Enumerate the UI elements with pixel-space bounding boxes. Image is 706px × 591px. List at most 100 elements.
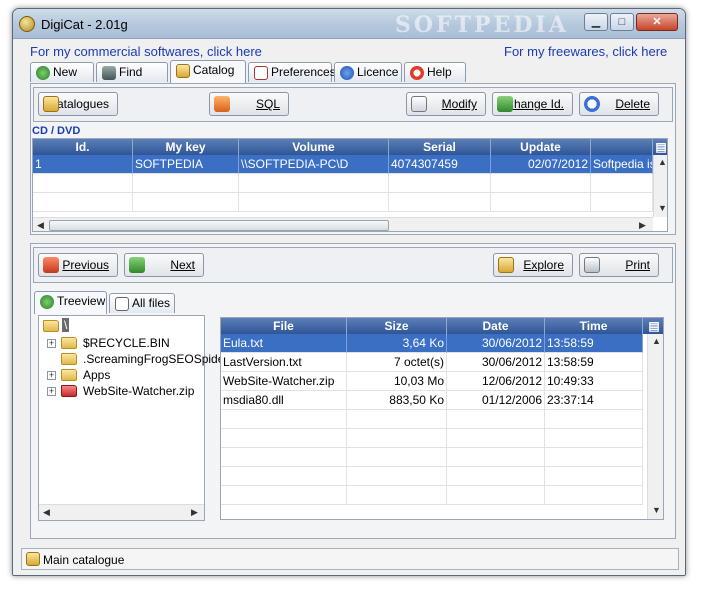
column-my-key[interactable]: My key <box>133 139 239 155</box>
column-time[interactable]: Time <box>545 318 643 334</box>
cell-key: SOFTPEDIA <box>133 155 239 174</box>
cell-size: 10,03 Mo <box>347 372 447 391</box>
delete-icon <box>584 96 600 112</box>
column-id[interactable]: Id. <box>33 139 133 155</box>
expand-icon[interactable]: + <box>47 371 56 380</box>
files-vertical-scrollbar[interactable]: ▲ ▼ <box>647 334 663 519</box>
tab-new-label: New <box>53 65 78 79</box>
info-icon <box>340 66 354 80</box>
tab-all-files-label: All files <box>132 296 171 310</box>
table-row[interactable]: LastVersion.txt 7 octet(s) 30/06/2012 13… <box>221 353 645 372</box>
table-row-empty <box>221 429 645 448</box>
watermark: SOFTPEDIA <box>395 12 569 38</box>
catalogues-icon <box>43 96 59 112</box>
tree-horizontal-scrollbar[interactable]: ◀ ▶ <box>39 504 204 520</box>
table-row-empty <box>33 193 653 212</box>
next-button[interactable]: Next <box>124 253 204 277</box>
column-size[interactable]: Size <box>347 318 447 334</box>
commercial-link[interactable]: For my commercial softwares, click here <box>30 44 262 59</box>
scroll-down-arrow-icon[interactable]: ▼ <box>652 505 661 515</box>
expand-icon[interactable]: + <box>47 387 56 396</box>
column-chooser-icon[interactable]: ▤ <box>653 139 667 155</box>
column-chooser-icon[interactable]: ▤ <box>643 318 663 334</box>
table-row[interactable]: 1 SOFTPEDIA \\SOFTPEDIA-PC\D 4074307459 … <box>33 155 653 174</box>
tab-licence[interactable]: Licence <box>334 62 402 82</box>
status-text: Main catalogue <box>43 553 125 567</box>
status-panel: Main catalogue <box>21 548 679 570</box>
tab-treeview[interactable]: Treeview <box>34 291 107 314</box>
minimize-button[interactable]: ▁ <box>584 13 608 31</box>
sql-label: SQL <box>255 97 280 111</box>
change-id-icon <box>497 96 513 112</box>
tab-find[interactable]: Find <box>96 62 168 82</box>
folder-open-icon <box>43 320 59 332</box>
column-date[interactable]: Date <box>447 318 545 334</box>
printer-icon <box>584 257 600 273</box>
sql-button[interactable]: SQL <box>209 92 289 116</box>
cell-date: 30/06/2012 <box>447 353 545 372</box>
table-row[interactable]: Eula.txt 3,64 Ko 30/06/2012 13:58:59 <box>221 334 645 353</box>
tree-item-label: Apps <box>83 368 111 382</box>
tab-all-files[interactable]: All files <box>109 293 175 313</box>
column-update[interactable]: Update <box>491 139 591 155</box>
tab-licence-label: Licence <box>357 65 399 79</box>
catalogues-button[interactable]: Catalogues <box>38 92 118 116</box>
cell-size: 7 octet(s) <box>347 353 447 372</box>
explore-icon <box>498 257 514 273</box>
tab-catalog[interactable]: Catalog <box>170 60 246 83</box>
table-row-empty <box>33 174 653 193</box>
column-serial[interactable]: Serial <box>389 139 491 155</box>
column-volume[interactable]: Volume <box>239 139 389 155</box>
cd-dvd-section-label: CD / DVD <box>32 125 81 137</box>
tab-preferences-label: Preferences <box>271 65 336 79</box>
catalog-icon <box>176 64 190 78</box>
cell-comment: Softpedia is <box>591 155 653 174</box>
scroll-right-arrow-icon[interactable]: ▶ <box>639 220 646 231</box>
scroll-up-arrow-icon[interactable]: ▲ <box>652 336 661 346</box>
files-grid[interactable]: File Size Date Time ▤ Eula.txt 3,64 Ko 3… <box>220 317 664 520</box>
arrow-left-icon <box>43 257 59 273</box>
explore-button[interactable]: Explore <box>493 253 573 277</box>
cell-date: 12/06/2012 <box>447 372 545 391</box>
scroll-left-arrow-icon[interactable]: ◀ <box>43 507 50 518</box>
column-comment[interactable] <box>591 139 653 155</box>
app-window: DigiCat - 2.01g SOFTPEDIA ▁ □ ✕ For my c… <box>12 8 686 576</box>
table-row-empty <box>221 467 645 486</box>
cd-dvd-horizontal-scrollbar[interactable]: ◀ ▶ <box>33 217 653 231</box>
change-id-label: Change Id. <box>505 97 564 111</box>
cell-id: 1 <box>33 155 133 174</box>
table-row[interactable]: msdia80.dll 883,50 Ko 01/12/2006 23:37:1… <box>221 391 645 410</box>
tab-new[interactable]: New <box>30 62 94 82</box>
cd-dvd-vertical-scrollbar[interactable]: ▲ ▼ <box>653 155 667 217</box>
print-button[interactable]: Print <box>579 253 659 277</box>
expand-icon[interactable]: + <box>47 339 56 348</box>
scroll-right-arrow-icon[interactable]: ▶ <box>191 507 198 518</box>
tab-treeview-label: Treeview <box>57 294 106 308</box>
folder-icon <box>61 369 77 381</box>
tab-help[interactable]: Help <box>404 62 466 82</box>
cd-dvd-grid[interactable]: Id. My key Volume Serial Update ▤ 1 SOFT… <box>32 138 668 232</box>
change-id-button[interactable]: Change Id. <box>492 92 573 116</box>
cell-file: msdia80.dll <box>221 391 347 410</box>
scroll-up-arrow-icon[interactable]: ▲ <box>658 157 667 167</box>
title-bar[interactable]: DigiCat - 2.01g SOFTPEDIA ▁ □ ✕ <box>13 9 685 39</box>
table-row[interactable]: WebSite-Watcher.zip 10,03 Mo 12/06/2012 … <box>221 372 645 391</box>
previous-button[interactable]: Previous <box>38 253 118 277</box>
scroll-down-arrow-icon[interactable]: ▼ <box>658 203 667 213</box>
column-file[interactable]: File <box>221 318 347 334</box>
tab-preferences[interactable]: Preferences <box>248 62 336 82</box>
freeware-link[interactable]: For my freewares, click here <box>504 44 667 59</box>
modify-button[interactable]: Modify <box>406 92 486 116</box>
scroll-thumb[interactable] <box>49 220 389 231</box>
tab-help-label: Help <box>427 65 452 79</box>
close-button[interactable]: ✕ <box>636 13 678 31</box>
app-icon <box>19 16 35 32</box>
scroll-left-arrow-icon[interactable]: ◀ <box>37 220 44 231</box>
folder-tree[interactable]: \ + $RECYCLE.BIN .ScreamingFrogSEOSpide … <box>38 315 224 521</box>
modify-label: Modify <box>441 97 477 111</box>
maximize-button[interactable]: □ <box>610 13 634 31</box>
lifebuoy-icon <box>410 66 424 80</box>
sql-icon <box>214 96 230 112</box>
cell-volume: \\SOFTPEDIA-PC\D <box>239 155 389 174</box>
delete-button[interactable]: Delete <box>579 92 659 116</box>
